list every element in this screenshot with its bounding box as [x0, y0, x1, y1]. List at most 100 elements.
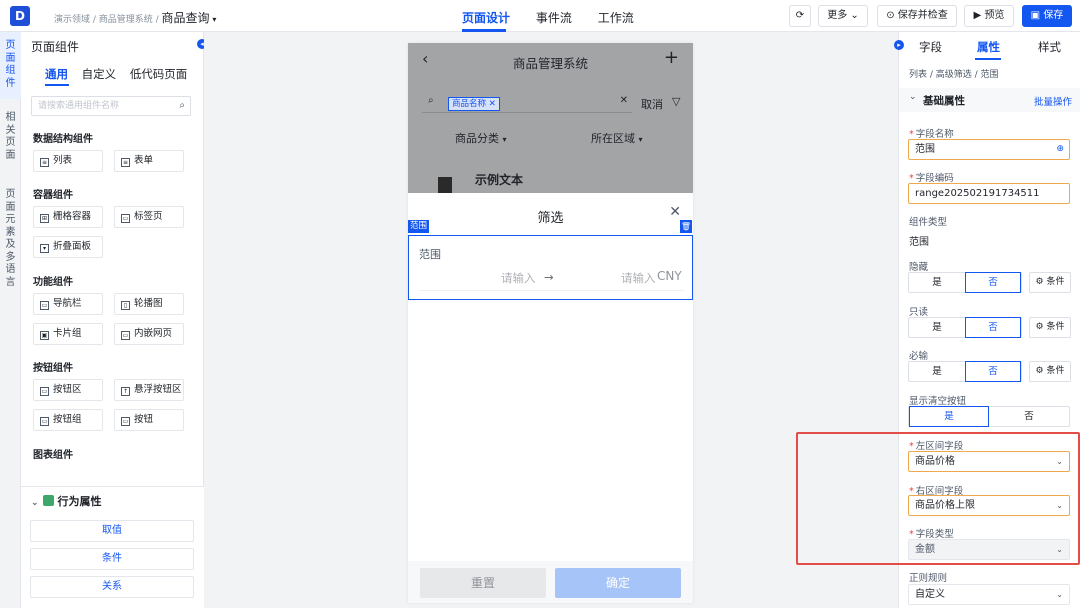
nav-tabs: 页面设计 事件流 工作流 [462, 9, 656, 26]
rail-page-elements[interactable]: 页面元素及多语言 [0, 189, 21, 309]
left-field-select[interactable]: 商品价格 ⌄ [908, 451, 1070, 472]
readonly-yes[interactable]: 是 [909, 318, 965, 337]
range-left-input[interactable]: 请输入 [501, 270, 536, 286]
required-no[interactable]: 否 [965, 361, 1021, 382]
rail-related-pages[interactable]: 相关页面 [0, 112, 21, 172]
hidden-condition-button[interactable]: ⚙ 条件 [1029, 272, 1071, 293]
required-toggle[interactable]: 是否 [908, 361, 1022, 382]
component-button-group[interactable]: ▭ 按钮组 [33, 409, 103, 431]
tab-style[interactable]: 样式 [1038, 39, 1061, 55]
tab-properties[interactable]: 属性 [977, 39, 1000, 55]
tab-field[interactable]: 字段 [919, 39, 942, 55]
component-list[interactable]: ≡ 列表 [33, 150, 103, 172]
sheet-title: 筛选 [537, 211, 564, 226]
search-tag-label: 商品名称 [452, 99, 487, 109]
active-tab-underline [45, 84, 69, 86]
behavior-value-button[interactable]: 取值 [30, 520, 194, 542]
component-type-label: 组件类型 [909, 217, 948, 228]
clear-no[interactable]: 否 [989, 407, 1069, 426]
component-tabs: 通用 自定义 低代码页面 [45, 66, 197, 82]
save-check-button[interactable]: ⊙ 保存并检查 [877, 5, 957, 27]
readonly-label: 只读 [909, 307, 929, 318]
hidden-toggle[interactable]: 是否 [908, 272, 1022, 293]
behavior-relation-button[interactable]: 关系 [30, 576, 194, 598]
range-right-input[interactable]: 请输入 [621, 270, 656, 286]
required-condition-button[interactable]: ⚙ 条件 [1029, 361, 1071, 382]
component-label: 表单 [134, 155, 154, 166]
refresh-button[interactable]: ⟳ [789, 5, 811, 27]
select-value: 商品价格 [915, 456, 955, 467]
component-label: 栅格容器 [53, 211, 92, 222]
component-card-group[interactable]: ▣ 卡片组 [33, 323, 103, 345]
component-tabs-page[interactable]: ▭ 标签页 [114, 206, 184, 228]
phone-header-overlay: ‹ 商品管理系统 + ⌕ 商品名称 ✕ ✕ 取消 ▽ 商品分类 ▾ 所在区域 ▾… [408, 43, 693, 193]
condition-icon: ⚙ [1035, 366, 1044, 376]
range-field[interactable]: 范围 请输入 → 请输入 CNY [408, 235, 693, 300]
clear-icon[interactable]: ✕ [620, 95, 628, 106]
chevron-down-icon: ⌄ [909, 92, 917, 102]
tab-custom[interactable]: 自定义 [82, 67, 117, 81]
tab-workflow[interactable]: 工作流 [598, 11, 634, 25]
close-icon[interactable]: ✕ [669, 204, 681, 220]
phone-search-bar[interactable]: ⌕ 商品名称 ✕ ✕ [422, 93, 632, 113]
dropdown-category[interactable]: 商品分类 ▾ [455, 130, 507, 146]
iframe-icon: ▭ [121, 331, 130, 340]
save-button[interactable]: ▣ 保存 [1022, 5, 1072, 27]
right-field-select[interactable]: 商品价格上限 ⌄ [908, 495, 1070, 516]
plus-icon[interactable]: + [664, 47, 679, 68]
required-yes[interactable]: 是 [909, 362, 965, 381]
component-collapse-panel[interactable]: ▾ 折叠面板 [33, 236, 103, 258]
tab-common[interactable]: 通用 [45, 67, 68, 81]
hidden-no[interactable]: 否 [965, 272, 1021, 293]
dropdown-region[interactable]: 所在区域 ▾ [591, 130, 643, 146]
regex-select[interactable]: 自定义 ⌄ [908, 584, 1070, 605]
tab-event-flow[interactable]: 事件流 [536, 11, 572, 25]
item-thumbnail [438, 177, 452, 193]
phone-cancel-button[interactable]: 取消 [641, 96, 663, 112]
delete-icon[interactable]: 🗑 [680, 220, 692, 233]
clear-button-toggle[interactable]: 是否 [908, 406, 1070, 427]
chevron-down-icon[interactable]: ▾ [212, 15, 216, 24]
float-button-icon: ↑ [121, 387, 130, 396]
more-button[interactable]: 更多 ⌄ [818, 5, 868, 27]
confirm-button[interactable]: 确定 [555, 568, 681, 598]
list-icon: ≡ [40, 158, 49, 167]
tab-lowcode[interactable]: 低代码页面 [130, 67, 188, 81]
readonly-condition-button[interactable]: ⚙ 条件 [1029, 317, 1071, 338]
globe-icon[interactable]: ⊕ [1056, 140, 1064, 159]
condition-icon: ⚙ [1035, 322, 1044, 332]
range-arrow: → [544, 270, 554, 284]
component-grid-container[interactable]: ⊞ 栅格容器 [33, 206, 103, 228]
rail-page-components[interactable]: 页面组件 [0, 32, 21, 99]
component-form[interactable]: ≡ 表单 [114, 150, 184, 172]
search-tag[interactable]: 商品名称 ✕ [448, 97, 500, 111]
chevron-down-icon: ⌄ [1056, 590, 1063, 599]
field-name-input[interactable]: 范围 ⊕ [908, 139, 1070, 160]
breadcrumb-current[interactable]: 商品查询 [162, 11, 210, 25]
field-type-select[interactable]: 金额 ⌄ [908, 539, 1070, 560]
component-iframe[interactable]: ▭ 内嵌网页 [114, 323, 184, 345]
design-canvas: ‹ 商品管理系统 + ⌕ 商品名称 ✕ ✕ 取消 ▽ 商品分类 ▾ 所在区域 ▾… [204, 32, 898, 608]
clear-yes[interactable]: 是 [909, 406, 989, 427]
app-logo: D [10, 6, 30, 26]
behavior-condition-button[interactable]: 条件 [30, 548, 194, 570]
basic-properties-header[interactable]: ⌄ 基础属性 批量操作 [899, 88, 1080, 112]
component-search-input[interactable]: 请搜索通用组件名称 ⌕ [31, 96, 191, 116]
collapse-icon[interactable]: ▸ [894, 40, 904, 50]
preview-button[interactable]: ▶ 预览 [964, 5, 1014, 27]
navbar-icon: ▭ [40, 301, 49, 310]
tab-page-design[interactable]: 页面设计 [462, 11, 510, 25]
component-float-button-area[interactable]: ↑ 悬浮按钮区 [114, 379, 184, 401]
component-button[interactable]: ▭ 按钮 [114, 409, 184, 431]
component-carousel[interactable]: ▯ 轮播图 [114, 293, 184, 315]
filter-icon[interactable]: ▽ [672, 95, 680, 108]
hidden-yes[interactable]: 是 [909, 273, 965, 292]
batch-action-link[interactable]: 批量操作 [1034, 94, 1072, 108]
component-navbar[interactable]: ▭ 导航栏 [33, 293, 103, 315]
field-code-input[interactable]: range202502191734511 [908, 183, 1070, 204]
readonly-toggle[interactable]: 是否 [908, 317, 1022, 338]
reset-button[interactable]: 重置 [420, 568, 546, 598]
component-button-area[interactable]: ▭ 按钮区 [33, 379, 103, 401]
readonly-no[interactable]: 否 [965, 317, 1021, 338]
behavior-header[interactable]: ⌄ 行为属性 [31, 493, 102, 509]
